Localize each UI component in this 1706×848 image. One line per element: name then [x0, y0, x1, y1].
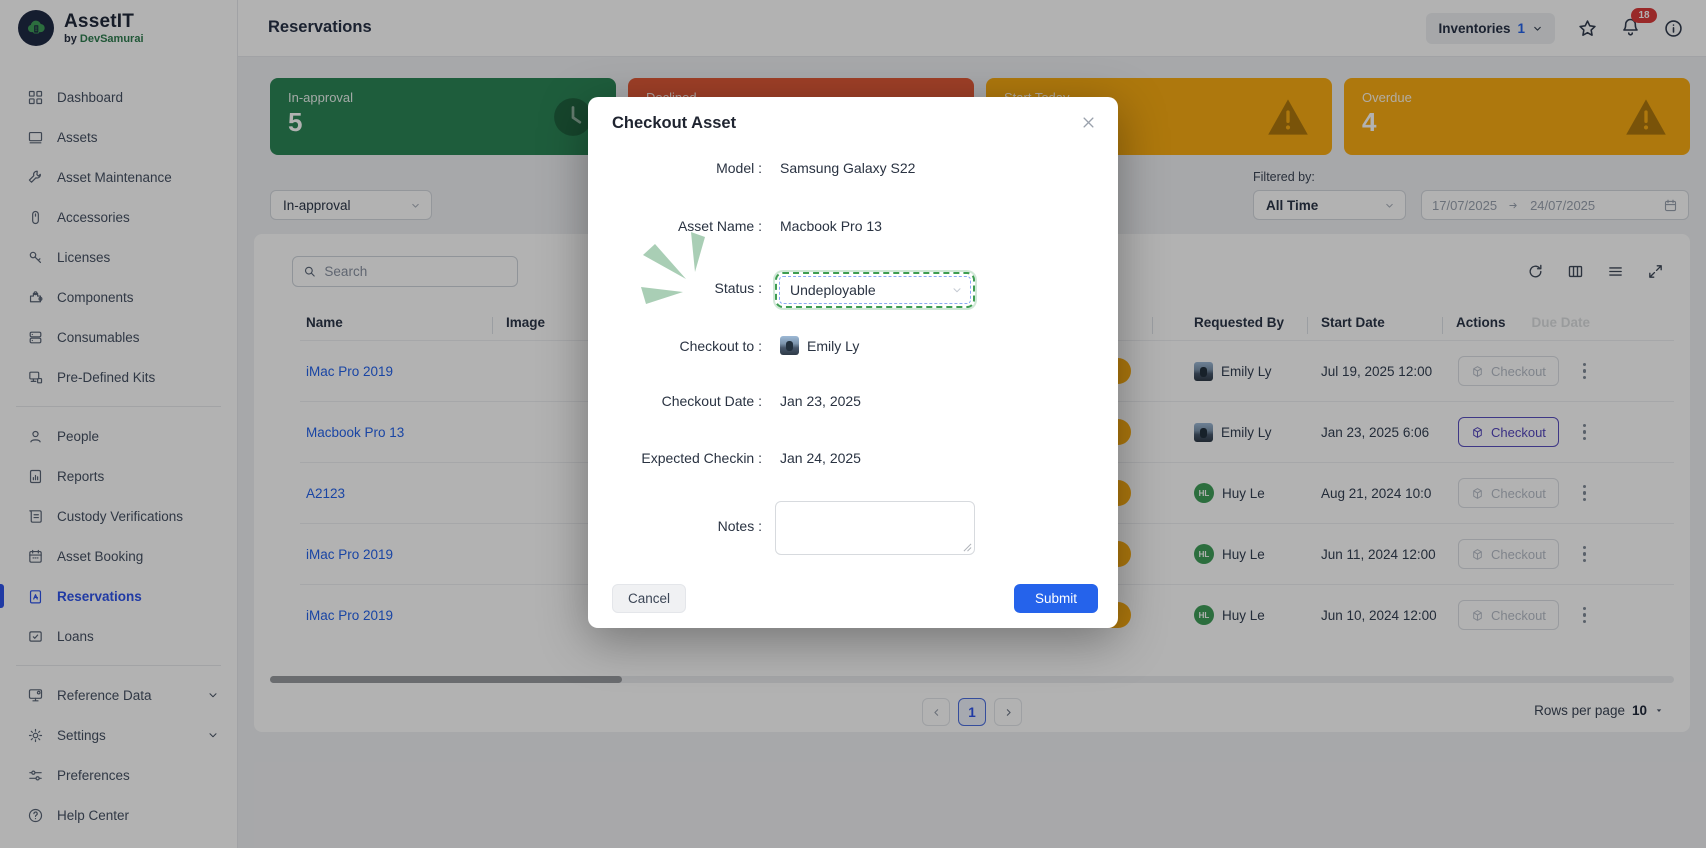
click-highlight-icon	[638, 230, 720, 312]
chevron-down-icon	[951, 284, 963, 296]
close-icon[interactable]	[1081, 115, 1096, 130]
app-window: AssetIT by DevSamurai Dashboard Assets A…	[0, 0, 1706, 848]
avatar	[780, 336, 799, 355]
field-label: Notes	[588, 518, 762, 534]
checkout-asset-modal: Checkout Asset Model Samsung Galaxy S22 …	[588, 97, 1118, 628]
checkout-to-value: Emily Ly	[807, 338, 859, 354]
asset-name-value: Macbook Pro 13	[780, 218, 882, 234]
model-value: Samsung Galaxy S22	[780, 160, 915, 176]
expected-checkin-value: Jan 24, 2025	[780, 450, 861, 466]
checkout-date-value: Jan 23, 2025	[780, 393, 861, 409]
field-label: Expected Checkin	[588, 450, 762, 466]
resize-grip-icon[interactable]	[963, 543, 972, 552]
field-label: Checkout to	[588, 338, 762, 354]
cancel-button[interactable]: Cancel	[612, 584, 686, 613]
notes-textarea[interactable]	[775, 501, 975, 555]
status-select[interactable]: Undeployable	[775, 272, 975, 308]
field-label: Checkout Date	[588, 393, 762, 409]
submit-button[interactable]: Submit	[1014, 584, 1098, 613]
status-select-value: Undeployable	[790, 282, 876, 298]
modal-title: Checkout Asset	[612, 114, 736, 133]
field-label: Model	[588, 160, 762, 176]
